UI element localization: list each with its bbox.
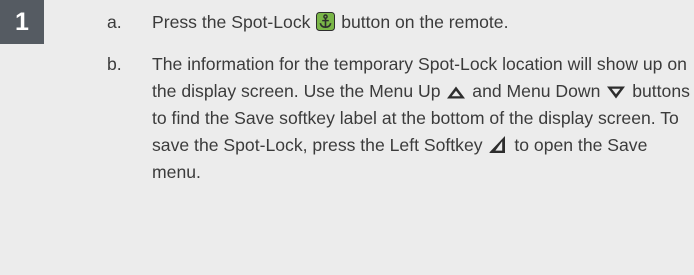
step-text: Press the Spot-Lock button on the remote…	[152, 9, 694, 36]
step-text: The information for the temporary Spot-L…	[152, 51, 694, 186]
menu-down-icon	[606, 85, 626, 100]
left-softkey-icon	[488, 135, 508, 154]
step-instructions: a. Press the Spot-Lock button on the rem…	[107, 0, 694, 186]
step-item-a: a. Press the Spot-Lock button on the rem…	[107, 0, 694, 36]
menu-up-icon	[446, 85, 466, 100]
text-segment: Press the Spot-Lock	[152, 12, 311, 32]
step-item-b: b. The information for the temporary Spo…	[107, 36, 694, 186]
step-number-badge: 1	[0, 0, 44, 44]
step-letter: b.	[107, 54, 122, 74]
text-segment: button on the remote.	[341, 12, 509, 32]
text-segment: and Menu Down	[472, 81, 601, 101]
step-letter: a.	[107, 12, 122, 32]
spot-lock-anchor-icon	[316, 12, 336, 31]
